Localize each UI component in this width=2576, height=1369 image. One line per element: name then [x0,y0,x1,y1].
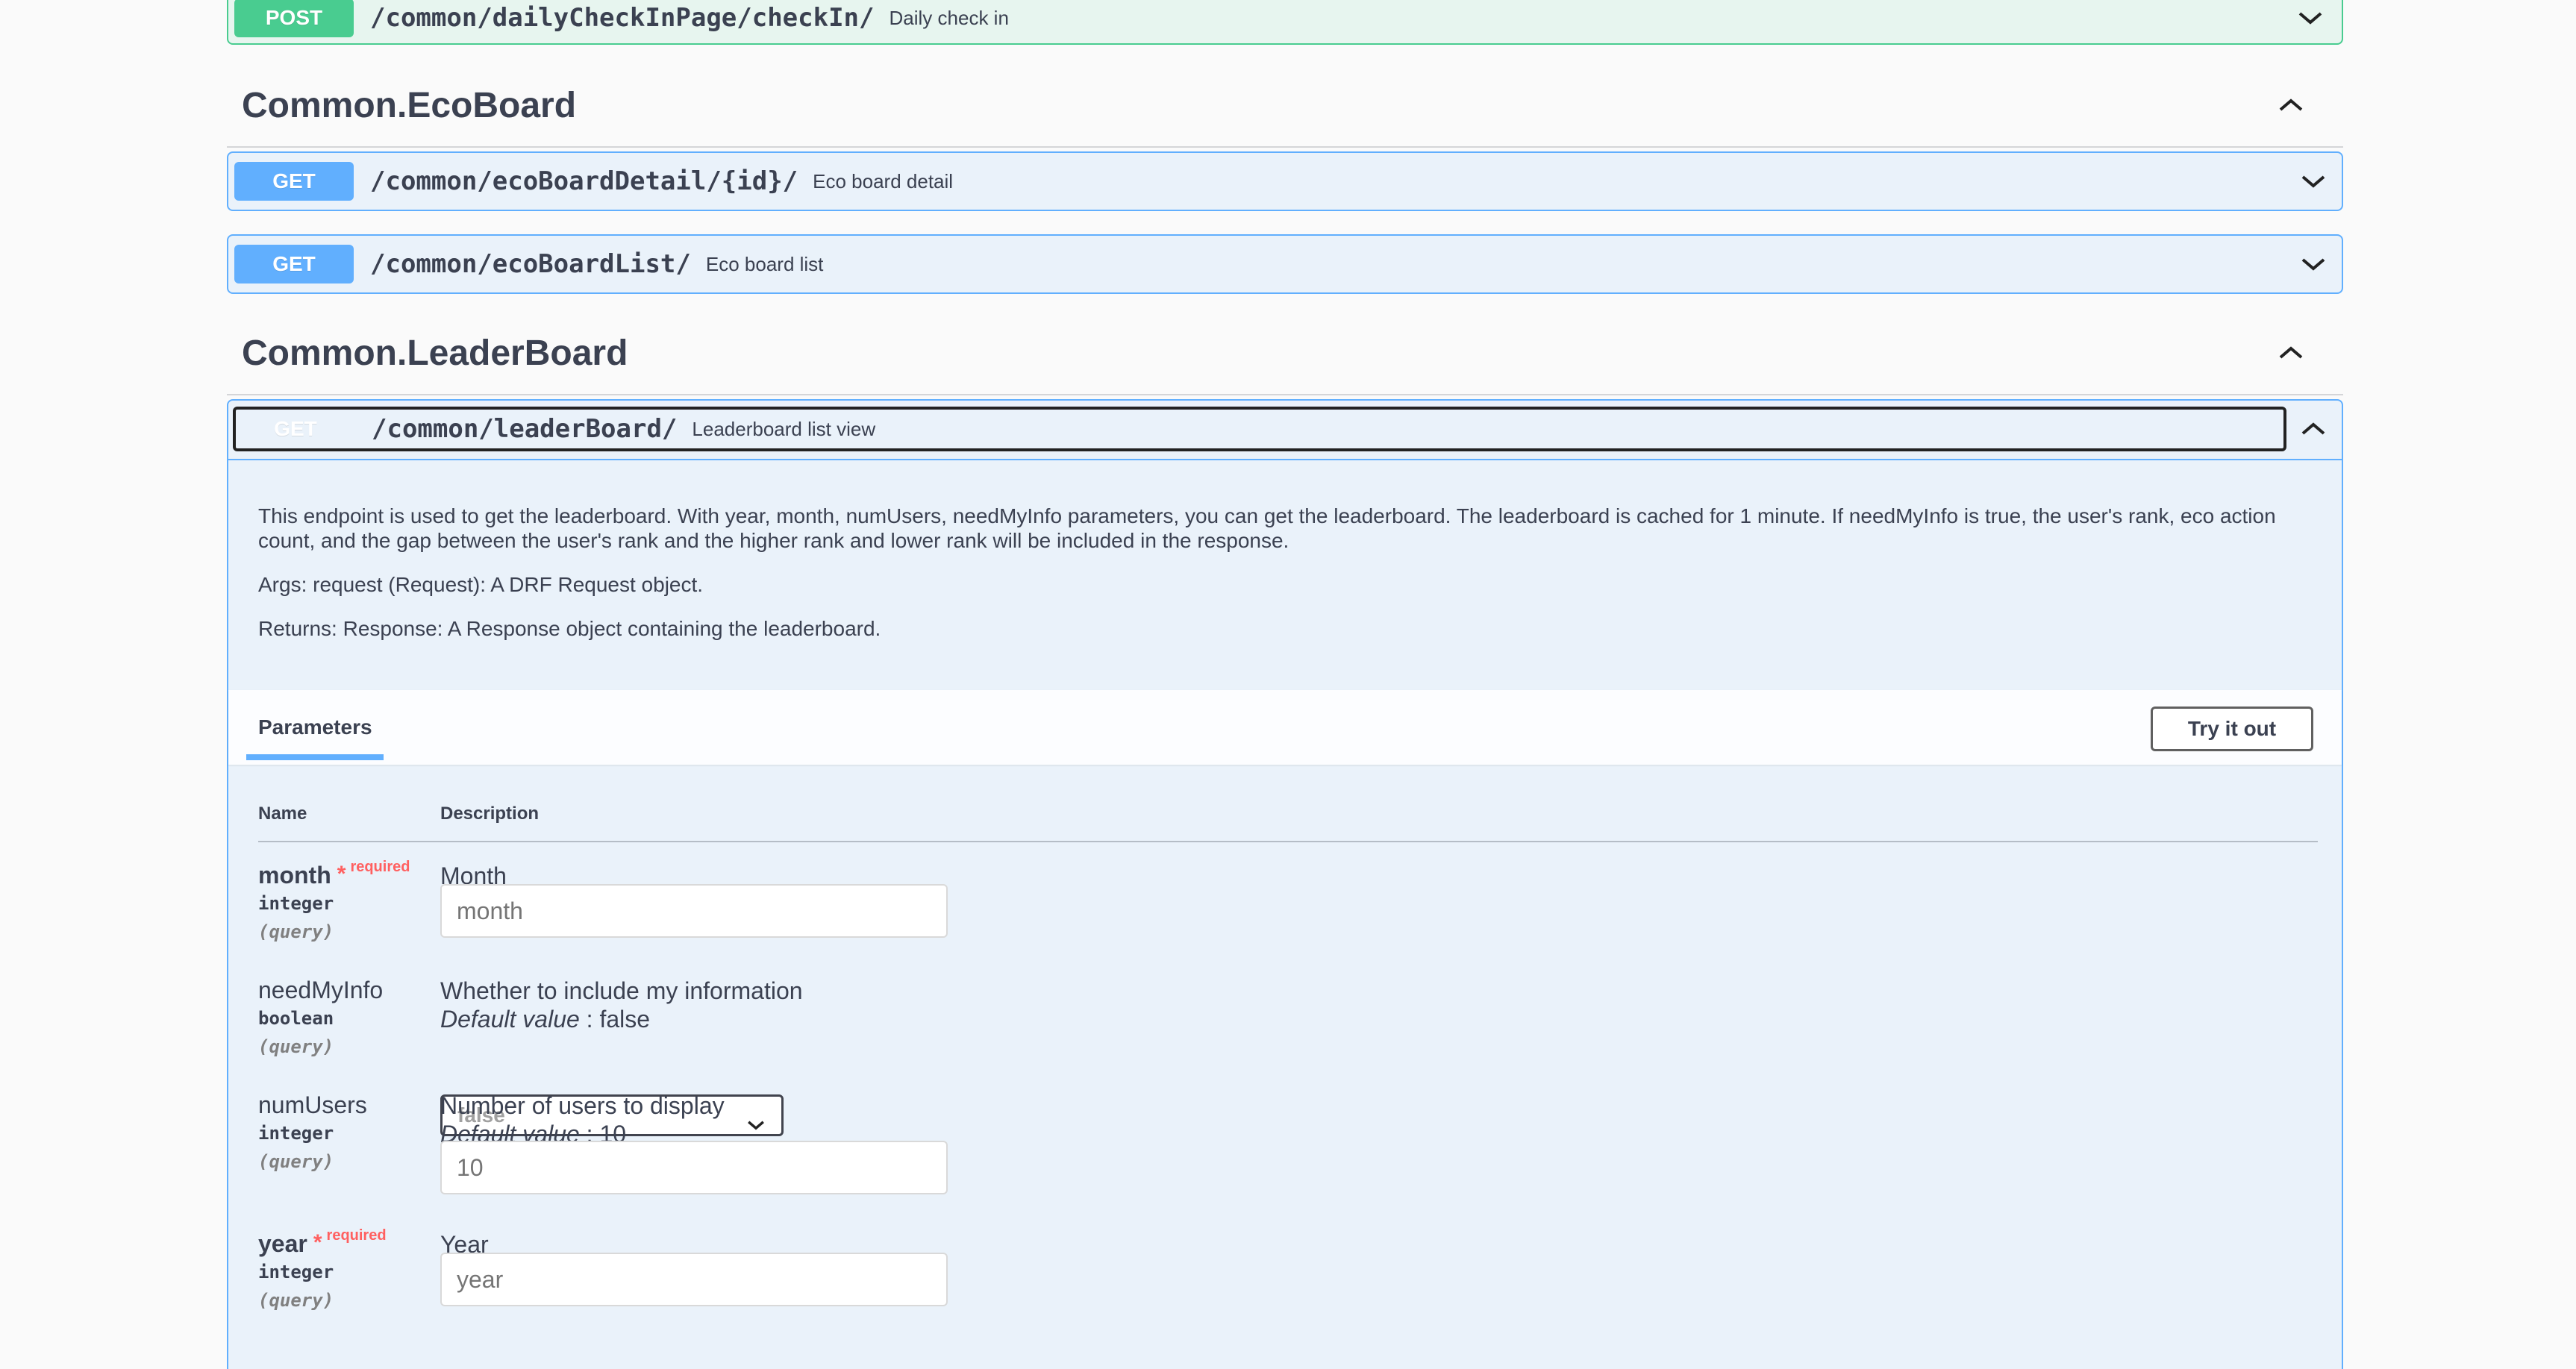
chevron-up-icon[interactable] [2276,90,2306,120]
default-value-text: : false [579,1006,651,1033]
tag-title: Common.LeaderBoard [242,333,628,373]
chevron-down-icon[interactable] [2295,3,2325,33]
chevron-down-icon[interactable] [2298,166,2328,196]
required-label: required [350,859,410,875]
param-name: month * required [258,859,410,889]
divider [228,459,2342,460]
required-star: * [337,862,346,886]
param-description-text: Number of users to display [440,1092,725,1119]
method-badge: GET [234,162,354,201]
method-badge: GET [234,245,354,283]
method-badge: GET [274,417,317,440]
opblock-summary[interactable]: POST /common/dailyCheckInPage/checkIn/ D… [234,0,2288,43]
chevron-up-icon[interactable] [2276,338,2306,368]
numusers-input[interactable] [440,1141,948,1194]
description-paragraph: This endpoint is used to get the leaderb… [258,504,2276,552]
param-description-text: Whether to include my information [440,977,803,1004]
param-type: boolean [258,1008,334,1029]
opblock-ecoboard-detail[interactable]: GET /common/ecoBoardDetail/{id}/ Eco boa… [227,151,2343,211]
chevron-up-icon[interactable] [2298,414,2328,444]
param-name-text: year [258,1230,307,1257]
opblock-path: /common/leaderBoard/ [372,414,678,444]
param-name: year * required [258,1227,387,1258]
tag-title: Common.EcoBoard [242,85,577,125]
opblock-path: /common/ecoBoardDetail/{id}/ [370,166,798,196]
default-value: Default value : false [440,1005,803,1033]
column-header-description: Description [440,803,540,824]
chevron-down-icon[interactable] [2298,249,2328,279]
chevron-down-icon [745,1115,766,1135]
opblock-summary-text: Leaderboard list view [692,417,876,440]
required-label: required [326,1227,387,1244]
tab-underline [246,754,384,760]
param-description: Number of users to display Default value… [440,1091,725,1148]
opblock-summary[interactable]: GET /common/ecoBoardDetail/{id}/ Eco boa… [234,153,2288,210]
tag-ecoboard[interactable]: Common.EcoBoard [227,64,2343,148]
opblock-summary-text: Eco board list [705,252,824,275]
required-star: * [313,1230,322,1255]
year-input[interactable] [440,1253,948,1306]
tag-leaderboard[interactable]: Common.LeaderBoard [227,312,2343,395]
divider [258,841,2318,842]
opblock-daily-check-in[interactable]: POST /common/dailyCheckInPage/checkIn/ D… [227,0,2343,45]
param-in: (query) [258,1151,334,1172]
opblock-summary-text: Eco board detail [813,169,954,192]
param-type: integer [258,1123,334,1144]
param-in: (query) [258,1290,334,1311]
param-type: integer [258,893,334,914]
month-input[interactable] [440,884,948,938]
opblock-ecoboard-list[interactable]: GET /common/ecoBoardList/ Eco board list [227,234,2343,294]
column-header-name: Name [258,803,307,824]
param-description: Whether to include my information Defaul… [440,977,803,1033]
tab-parameters[interactable]: Parameters [258,715,372,739]
default-label: Default value [440,1006,580,1033]
param-name: needMyInfo [258,977,384,1003]
method-badge: POST [234,0,354,37]
opblock-summary-text: Daily check in [889,6,1009,29]
param-type: integer [258,1262,334,1282]
param-in: (query) [258,1036,334,1057]
opblock-summary[interactable]: GET /common/leaderBoard/ Leaderboard lis… [233,407,2286,451]
opblock-summary[interactable]: GET /common/ecoBoardList/ Eco board list [234,236,2288,292]
opblock-description: This endpoint is used to get the leaderb… [258,504,2318,660]
opblock-leaderboard: GET /common/leaderBoard/ Leaderboard lis… [227,399,2343,1369]
description-paragraph: Returns: Response: A Response object con… [258,617,881,640]
param-name: numUsers [258,1091,367,1118]
param-name-text: month [258,862,331,889]
param-in: (query) [258,921,334,942]
parameters-header: Parameters Try it out [228,690,2342,765]
try-it-out-button[interactable]: Try it out [2151,707,2313,751]
opblock-path: /common/dailyCheckInPage/checkIn/ [370,3,875,33]
opblock-path: /common/ecoBoardList/ [370,249,691,279]
description-paragraph: Args: request (Request): A DRF Request o… [258,573,704,596]
